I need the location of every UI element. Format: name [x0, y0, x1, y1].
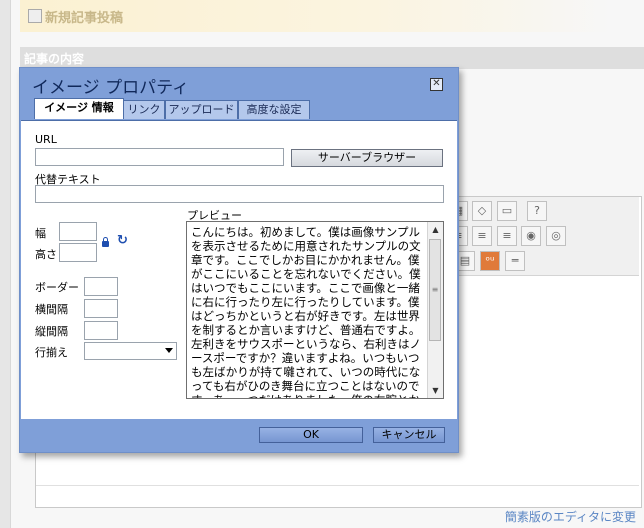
- image-properties-dialog: イメージ プロパティ ✕ イメージ 情報 リンク アップロード 高度な設定 UR…: [19, 67, 459, 453]
- toolbar-justify-icon[interactable]: ≡: [497, 226, 517, 246]
- section-header: [20, 47, 644, 69]
- url-label: URL: [35, 133, 57, 146]
- preview-text: こんにちは。初めまして。僕は画像サンプルを表示させるために用意されたサンプルの文…: [191, 225, 421, 398]
- lock-icon[interactable]: [102, 237, 109, 247]
- border-input[interactable]: [84, 277, 118, 296]
- toolbar-maximize-icon[interactable]: ▭: [497, 201, 517, 221]
- reset-size-icon[interactable]: ↻: [117, 233, 128, 248]
- preview-box[interactable]: こんにちは。初めまして。僕は画像サンプルを表示させるために用意されたサンプルの文…: [186, 221, 444, 399]
- hspace-input[interactable]: [84, 299, 118, 318]
- vspace-input[interactable]: [84, 321, 118, 340]
- height-label: 高さ: [35, 248, 57, 261]
- scroll-up-icon[interactable]: ▲: [428, 222, 443, 237]
- toolbar-help-icon[interactable]: ?: [527, 201, 547, 221]
- toolbar-unlink-icon[interactable]: ◎: [546, 226, 566, 246]
- align-label: 行揃え: [35, 346, 68, 359]
- close-icon[interactable]: ✕: [430, 78, 443, 91]
- toolbar-flash-icon[interactable]: ᵒᵘ: [480, 251, 500, 271]
- cancel-button[interactable]: キャンセル: [373, 427, 445, 443]
- editor-divider: [36, 485, 639, 486]
- tab-upload[interactable]: アップロード: [165, 100, 238, 119]
- vspace-label: 縦間隔: [35, 325, 68, 338]
- ok-button[interactable]: OK: [259, 427, 363, 443]
- section-label: 記事の内容: [24, 52, 85, 66]
- scroll-thumb[interactable]: ≡: [429, 239, 441, 341]
- height-input[interactable]: [59, 243, 97, 262]
- width-input[interactable]: [59, 222, 97, 241]
- toolbar-align-right-icon[interactable]: ≡: [472, 226, 492, 246]
- dialog-title: イメージ プロパティ: [32, 78, 190, 98]
- tab-link[interactable]: リンク: [123, 100, 165, 119]
- left-strip: [0, 0, 11, 528]
- toolbar-link-icon[interactable]: ◉: [521, 226, 541, 246]
- preview-scrollbar[interactable]: ▲ ≡ ▼: [427, 222, 443, 398]
- page-title-icon: [28, 9, 42, 23]
- toolbar-hr-icon[interactable]: ═: [505, 251, 525, 271]
- alt-text-input[interactable]: [35, 185, 444, 203]
- scroll-down-icon[interactable]: ▼: [428, 383, 443, 398]
- tab-advanced[interactable]: 高度な設定: [238, 100, 310, 119]
- url-input[interactable]: [35, 148, 284, 166]
- align-select[interactable]: [84, 342, 177, 360]
- toolbar-eraser-icon[interactable]: ◇: [472, 201, 492, 221]
- hspace-label: 横間隔: [35, 303, 68, 316]
- width-label: 幅: [35, 227, 46, 240]
- page-title: 新規記事投稿: [45, 11, 124, 26]
- simple-editor-link[interactable]: 簡素版のエディタに変更: [505, 508, 636, 525]
- tab-image-info[interactable]: イメージ 情報: [34, 98, 124, 119]
- chevron-down-icon: [165, 348, 173, 353]
- browse-server-button[interactable]: サーバーブラウザー: [291, 149, 443, 167]
- border-label: ボーダー: [35, 281, 79, 294]
